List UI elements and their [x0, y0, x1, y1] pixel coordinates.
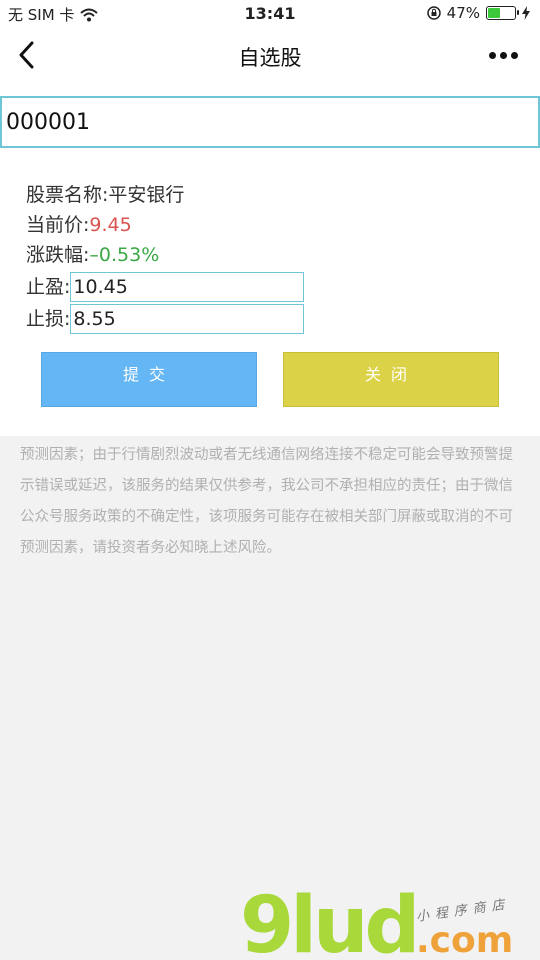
stock-name: 平安银行	[108, 184, 185, 206]
battery-percent: 47%	[446, 4, 480, 22]
disclaimer-text: 预测因素；由于行情剧烈波动或者无线通信网络连接不稳定可能会导致预警提示错误或延迟…	[20, 447, 513, 556]
page-title: 自选股	[238, 46, 302, 70]
take-profit-row: 止盈:	[26, 272, 305, 302]
take-profit-label: 止盈:	[26, 276, 71, 298]
close-button[interactable]: 关闭	[283, 352, 499, 407]
change-row: 涨跌幅: –0.53%	[26, 240, 304, 270]
nav-bar: 自选股	[0, 28, 540, 84]
stock-code-input[interactable]	[0, 96, 540, 148]
status-bar: 无 SIM 卡 13:41 47%	[0, 0, 540, 28]
dot	[511, 52, 518, 59]
watermark-logo: 9lud .com 小程序商店	[240, 881, 513, 960]
svg-text:.com: .com	[416, 920, 513, 960]
dot	[500, 52, 507, 59]
price-label: 当前价:	[26, 214, 90, 236]
submit-button[interactable]: 提交	[41, 352, 257, 407]
status-right: 47%	[426, 4, 530, 22]
take-profit-input[interactable]	[70, 272, 305, 302]
change-label: 涨跌幅:	[26, 244, 90, 266]
stop-loss-label: 止损:	[26, 308, 71, 330]
stock-info: 股票名称: 平安银行 当前价: 9.45 涨跌幅: –0.53% 止盈: 止损:	[26, 180, 305, 334]
charging-bolt-icon	[522, 6, 530, 20]
battery-icon	[486, 6, 519, 20]
battery-level	[488, 8, 501, 18]
more-dots-icon[interactable]	[489, 52, 518, 59]
svg-text:9lud: 9lud	[240, 881, 416, 960]
dot	[489, 52, 496, 59]
current-price: 9.45	[89, 214, 132, 236]
lock-rotation-icon	[426, 6, 441, 20]
stock-name-row: 股票名称: 平安银行	[26, 180, 304, 210]
stop-loss-row: 止损:	[26, 304, 305, 334]
change-percent: –0.53%	[89, 244, 160, 266]
price-row: 当前价: 9.45	[26, 210, 304, 240]
stop-loss-input[interactable]	[70, 304, 305, 334]
stock-name-label: 股票名称:	[26, 184, 109, 206]
